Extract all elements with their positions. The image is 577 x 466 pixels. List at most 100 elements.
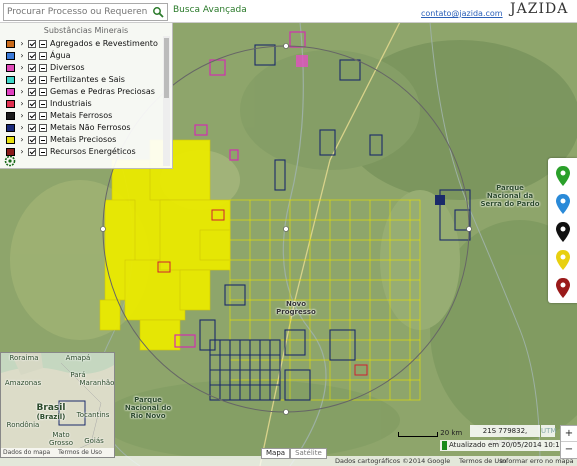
expand-chevron-icon[interactable]: ›	[18, 74, 26, 85]
red-pin-icon[interactable]	[556, 278, 570, 298]
search-input[interactable]	[7, 4, 147, 20]
minimap-label-amapa: Amapá	[65, 354, 91, 362]
layers-panel: Substâncias Minerais › Agregados e Revest…	[0, 22, 173, 169]
layer-checkbox[interactable]	[28, 39, 36, 48]
expand-chevron-icon[interactable]: ›	[18, 134, 26, 145]
layer-label: Metais Não Ferrosos	[50, 123, 131, 132]
layer-item[interactable]: › Metais Preciosos	[6, 134, 116, 145]
collapse-minus-icon[interactable]	[39, 51, 47, 60]
advanced-search-link[interactable]: Busca Avançada	[173, 5, 247, 15]
collapse-minus-icon[interactable]	[39, 123, 47, 132]
layer-color-icon	[6, 39, 15, 48]
layer-checkbox[interactable]	[28, 75, 36, 84]
layer-label: Agregados e Revestimento	[50, 39, 158, 48]
layer-item[interactable]: › Gemas e Pedras Preciosas	[6, 86, 155, 97]
minimap-label-mato-grosso: Mato Grosso	[48, 431, 73, 447]
minimap-terms-link[interactable]: Termos de Uso	[58, 449, 102, 456]
expand-chevron-icon[interactable]: ›	[18, 62, 26, 73]
novo-progresso-label: Novo Progresso	[276, 300, 316, 316]
layer-item[interactable]: › Recursos Energéticos	[6, 146, 136, 157]
layer-color-icon	[6, 75, 15, 84]
layer-item[interactable]: › Água	[6, 50, 71, 61]
utm-toggle[interactable]: UTM	[541, 425, 556, 437]
blue-pin-icon[interactable]	[556, 194, 570, 214]
minimap-label-goias: Goiás	[84, 437, 104, 445]
layer-color-icon	[6, 111, 15, 120]
layer-checkbox[interactable]	[28, 123, 36, 132]
expand-chevron-icon[interactable]: ›	[18, 50, 26, 61]
collapse-minus-icon[interactable]	[39, 135, 47, 144]
minimap-label-roraima: Roraima	[9, 354, 39, 362]
minimap-data-link[interactable]: Dados do mapa	[3, 449, 50, 456]
map-type-map-button[interactable]: Mapa	[261, 448, 291, 459]
expand-chevron-icon[interactable]: ›	[18, 98, 26, 109]
layer-checkbox[interactable]	[28, 111, 36, 120]
scale-label: 20 km	[440, 429, 463, 437]
green-pin-icon[interactable]	[556, 166, 570, 186]
layer-item[interactable]: › Fertilizantes e Sais	[6, 74, 125, 85]
scroll-thumb[interactable]	[164, 38, 169, 98]
collapse-minus-icon[interactable]	[39, 147, 47, 156]
layer-checkbox[interactable]	[28, 135, 36, 144]
layer-checkbox[interactable]	[28, 87, 36, 96]
search-icon[interactable]	[152, 6, 164, 18]
map-data-attribution: Dados cartográficos ©2014 Google	[335, 457, 451, 465]
minimap-label-tocantins: Tocantins	[76, 411, 110, 419]
minimap-label-brazil: (Brazil)	[36, 413, 66, 421]
minimap-label-para: Pará	[70, 371, 86, 379]
layer-label: Metais Preciosos	[50, 135, 117, 144]
zoom-out-button[interactable]: −	[561, 442, 577, 457]
layer-item[interactable]: › Industriais	[6, 98, 92, 109]
layer-label: Industriais	[50, 99, 92, 108]
collapse-minus-icon[interactable]	[39, 99, 47, 108]
layers-scrollbar[interactable]	[163, 36, 170, 166]
layer-color-icon	[6, 123, 15, 132]
update-status: Atualizado em 20/05/2014 10:15:17	[440, 440, 575, 451]
zoom-in-button[interactable]: +	[561, 426, 577, 442]
layer-checkbox[interactable]	[28, 99, 36, 108]
minimap-footer: Dados do mapa Termos de Uso	[1, 448, 114, 457]
minimap-label-brasil: Brasil	[36, 403, 66, 413]
collapse-minus-icon[interactable]	[39, 75, 47, 84]
map-type-satellite-button[interactable]: Satélite	[290, 448, 327, 459]
layer-item[interactable]: › Metais Ferrosos	[6, 110, 112, 121]
expand-chevron-icon[interactable]: ›	[18, 122, 26, 133]
layer-color-icon	[6, 99, 15, 108]
layer-color-icon	[6, 51, 15, 60]
layer-label: Metais Ferrosos	[50, 111, 113, 120]
park-serra-label: Parque Nacional da Serra do Pardo	[480, 184, 540, 208]
expand-chevron-icon[interactable]: ›	[18, 38, 26, 49]
status-indicator-icon	[442, 440, 447, 450]
layer-label: Fertilizantes e Sais	[50, 75, 125, 84]
collapse-minus-icon[interactable]	[39, 63, 47, 72]
settings-gear-icon[interactable]	[4, 155, 16, 167]
layer-label: Água	[50, 51, 71, 60]
layer-label: Diversos	[50, 63, 85, 72]
layer-item[interactable]: › Diversos	[6, 62, 85, 73]
layer-checkbox[interactable]	[28, 51, 36, 60]
layer-color-icon	[6, 63, 15, 72]
layer-checkbox[interactable]	[28, 147, 36, 156]
yellow-pin-icon[interactable]	[556, 250, 570, 270]
collapse-minus-icon[interactable]	[39, 87, 47, 96]
search-box[interactable]	[3, 3, 168, 21]
layers-panel-title: Substâncias Minerais	[43, 26, 129, 35]
collapse-minus-icon[interactable]	[39, 111, 47, 120]
layer-label: Recursos Energéticos	[50, 147, 136, 156]
expand-chevron-icon[interactable]: ›	[18, 110, 26, 121]
black-pin-icon[interactable]	[556, 222, 570, 242]
collapse-minus-icon[interactable]	[39, 39, 47, 48]
layer-checkbox[interactable]	[28, 63, 36, 72]
contact-link[interactable]: contato@jazida.com	[421, 9, 503, 18]
expand-chevron-icon[interactable]: ›	[18, 86, 26, 97]
layer-item[interactable]: › Agregados e Revestimento	[6, 38, 158, 49]
minimap-label-rondonia: Rondônia	[6, 421, 40, 429]
overview-minimap[interactable]: Roraima Amapá Pará Amazonas Maranhão Bra…	[0, 352, 115, 458]
expand-chevron-icon[interactable]: ›	[18, 146, 26, 157]
jazida-logo: JAZIDA	[510, 1, 569, 17]
layer-color-icon	[6, 87, 15, 96]
layer-item[interactable]: › Metais Não Ferrosos	[6, 122, 131, 133]
zoom-control: + −	[560, 425, 577, 459]
layer-color-icon	[6, 135, 15, 144]
update-text: Atualizado em 20/05/2014 10:15:17	[449, 441, 576, 449]
